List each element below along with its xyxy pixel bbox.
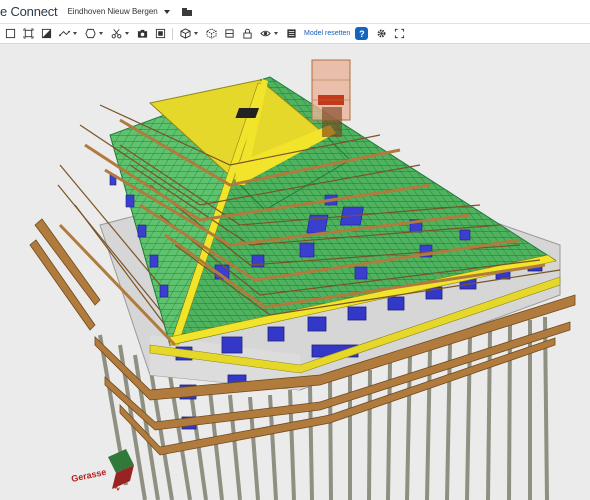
help-button[interactable]: ? (355, 27, 369, 40)
visibility-dropdown-icon[interactable] (274, 32, 278, 35)
measure-dropdown-icon[interactable] (73, 32, 77, 35)
toolbar-separator (172, 27, 173, 40)
settings-panel-icon[interactable] (284, 27, 298, 41)
shape-icon[interactable] (83, 27, 97, 41)
cube-icon[interactable] (178, 27, 192, 41)
cut-dropdown-icon[interactable] (125, 32, 129, 35)
model-reset-button[interactable]: Model resetten (304, 30, 350, 37)
cube-dropdown-icon[interactable] (194, 32, 198, 35)
fit-view-icon[interactable] (21, 27, 35, 41)
project-selector[interactable]: Eindhoven Nieuw Bergen (67, 7, 170, 16)
project-name: Eindhoven Nieuw Bergen (67, 7, 158, 16)
section-box-icon[interactable] (39, 27, 53, 41)
camera-icon[interactable] (135, 27, 149, 41)
shape-dropdown-icon[interactable] (99, 32, 103, 35)
chevron-down-icon (163, 9, 170, 14)
color-icon[interactable] (153, 27, 167, 41)
building-model[interactable]: Gerasse z (0, 45, 590, 500)
viewer-toolbar: Model resetten ? (0, 24, 590, 44)
3d-viewport[interactable]: Gerasse z (0, 45, 590, 500)
nav-cube-label: Gerasse (70, 467, 107, 484)
gear-icon[interactable] (374, 27, 388, 41)
navigation-gizmo[interactable]: Gerasse z (70, 449, 134, 492)
fullscreen-icon[interactable] (392, 27, 406, 41)
app-title: e Connect (0, 4, 58, 19)
measure-icon[interactable] (57, 27, 71, 41)
lock-icon[interactable] (240, 27, 254, 41)
top-bar: e Connect Eindhoven Nieuw Bergen (0, 0, 590, 24)
select-box-icon[interactable] (3, 27, 17, 41)
cut-icon[interactable] (109, 27, 123, 41)
isolate-icon[interactable] (204, 27, 218, 41)
section-plane-icon[interactable] (222, 27, 236, 41)
roof-hatch (235, 108, 260, 118)
folder-icon[interactable] (181, 7, 192, 16)
visibility-icon[interactable] (258, 27, 272, 41)
